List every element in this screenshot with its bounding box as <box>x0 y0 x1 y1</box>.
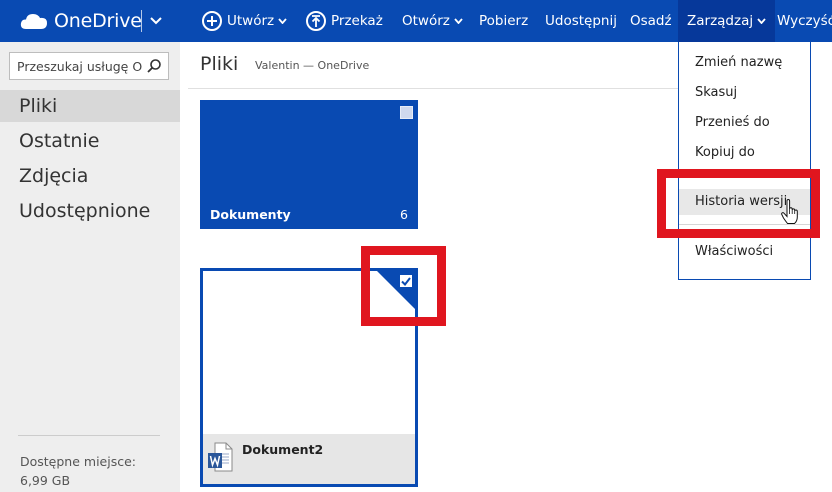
menu-item-properties[interactable]: Właściwości <box>679 239 810 265</box>
divider <box>188 88 683 89</box>
item-count: 6 <box>400 207 408 222</box>
manage-button[interactable]: Zarządzaj <box>678 0 776 42</box>
share-button[interactable]: Udostępnij <box>545 0 617 42</box>
divider <box>141 10 142 32</box>
manage-label: Zarządzaj <box>687 13 754 29</box>
top-bar: OneDrive Utwórz Przekaż Otwórz Pobierz U… <box>0 0 832 42</box>
manage-menu: Zmień nazwę Skasuj Przenieś do Kopiuj do… <box>678 42 811 280</box>
search-input[interactable]: Przeszukaj usługę O <box>9 52 169 80</box>
sidebar-item-label: Ostatnie <box>19 130 100 152</box>
word-document-icon <box>208 442 233 472</box>
embed-button[interactable]: Osadź <box>630 0 672 42</box>
clear-button[interactable]: Wyczyść <box>777 0 832 42</box>
storage-label: Dostępne miejsce: <box>20 454 136 469</box>
sidebar-item-shared[interactable]: Udostępnione <box>0 195 180 227</box>
upload-label: Przekaż <box>331 13 383 29</box>
menu-item-copy-to[interactable]: Kopiuj do <box>679 140 810 166</box>
download-label: Pobierz <box>479 13 529 29</box>
chevron-down-icon <box>454 18 463 24</box>
clear-label: Wyczyść <box>777 13 832 29</box>
breadcrumb[interactable]: Valentin — OneDrive <box>255 59 369 72</box>
create-label: Utwórz <box>227 13 275 29</box>
app-title: OneDrive <box>54 10 142 32</box>
sidebar-item-label: Udostępnione <box>19 200 151 222</box>
plus-circle-icon <box>202 11 222 31</box>
sidebar-item-label: Pliki <box>19 95 58 117</box>
sidebar-item-label: Zdjęcia <box>19 165 89 187</box>
sidebar-item-photos[interactable]: Zdjęcia <box>0 160 180 192</box>
highlight-version-history <box>657 169 820 238</box>
tile-footer: Dokument2 <box>203 434 415 484</box>
cloud-icon <box>20 14 47 29</box>
menu-item-label: Zmień nazwę <box>695 55 783 70</box>
chevron-down-icon <box>278 18 287 24</box>
folder-name: Dokumenty <box>210 207 291 222</box>
upload-arrow-icon <box>306 11 326 31</box>
embed-label: Osadź <box>630 13 672 29</box>
download-button[interactable]: Pobierz <box>479 0 528 42</box>
open-label: Otwórz <box>402 13 450 29</box>
highlight-selection-checkbox <box>361 246 446 326</box>
select-checkbox[interactable] <box>400 106 413 119</box>
upload-button[interactable]: Przekaż <box>306 0 383 42</box>
share-label: Udostępnij <box>545 13 617 29</box>
menu-item-rename[interactable]: Zmień nazwę <box>679 50 810 76</box>
onedrive-logo[interactable]: OneDrive <box>20 0 142 42</box>
open-button[interactable]: Otwórz <box>402 0 463 42</box>
chevron-down-icon[interactable] <box>147 12 165 30</box>
menu-item-delete[interactable]: Skasuj <box>679 80 810 106</box>
page-title: Pliki <box>200 53 239 75</box>
menu-item-label: Kopiuj do <box>695 145 755 160</box>
create-button[interactable]: Utwórz <box>202 0 287 42</box>
document-name: Dokument2 <box>242 442 324 457</box>
search-icon[interactable] <box>146 58 162 74</box>
sidebar: Przeszukaj usługę O Pliki Ostatnie Zdjęc… <box>0 42 180 492</box>
search-placeholder: Przeszukaj usługę O <box>17 59 143 74</box>
folder-tile[interactable]: Dokumenty 6 <box>200 100 418 229</box>
storage-value: 6,99 GB <box>20 473 71 488</box>
menu-item-label: Przenieś do <box>695 115 770 130</box>
menu-item-label: Skasuj <box>695 85 738 100</box>
divider <box>18 435 160 436</box>
sidebar-item-files[interactable]: Pliki <box>0 90 180 122</box>
menu-item-move-to[interactable]: Przenieś do <box>679 110 810 136</box>
menu-item-label: Właściwości <box>695 244 774 259</box>
sidebar-item-recent[interactable]: Ostatnie <box>0 125 180 157</box>
chevron-down-icon <box>757 18 766 24</box>
